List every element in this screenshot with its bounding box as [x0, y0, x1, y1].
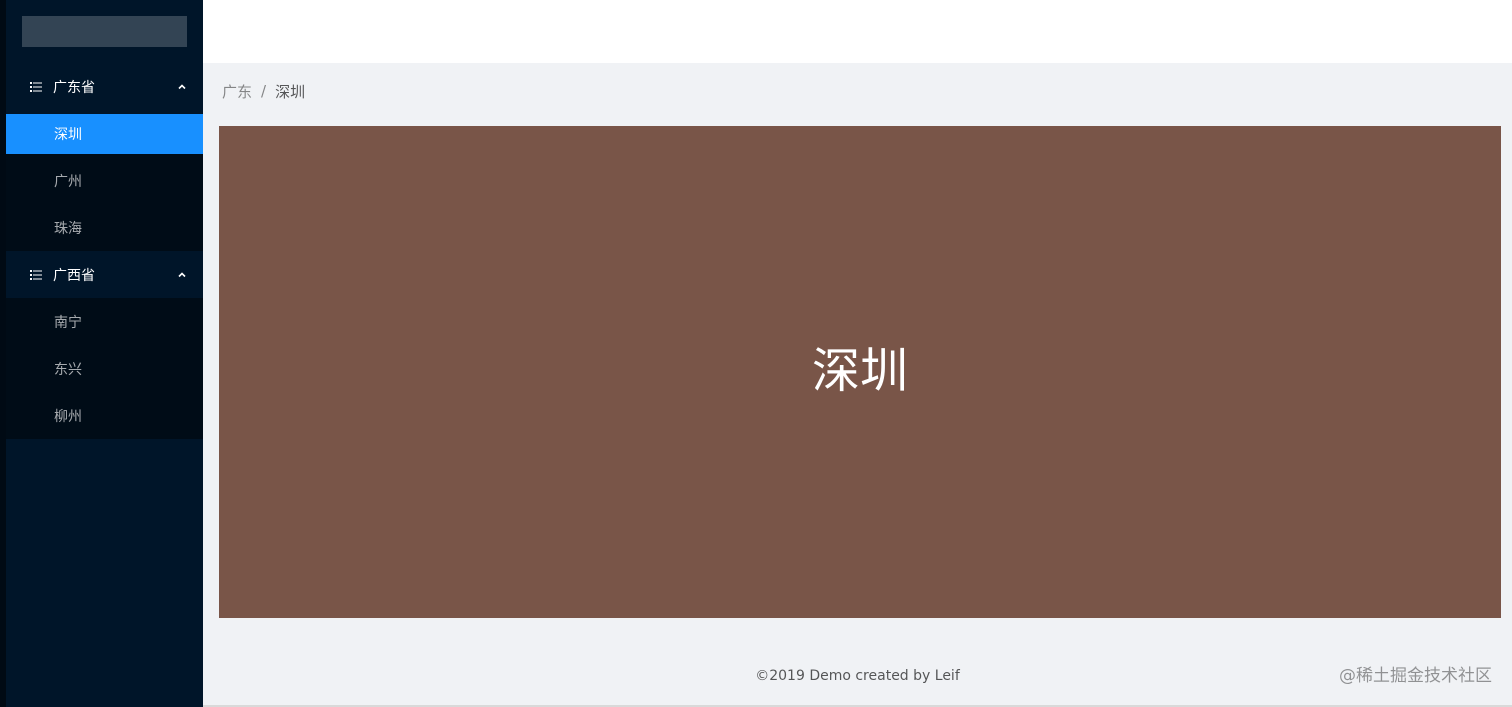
content-panel: 深圳 — [219, 126, 1501, 618]
breadcrumb-item-current: 深圳 — [275, 82, 306, 101]
sidebar-item-label: 东兴 — [54, 361, 82, 378]
sidebar-item-liuzhou[interactable]: 柳州 — [6, 392, 203, 439]
watermark: @稀土掘金技术社区 — [1339, 666, 1492, 686]
breadcrumb-separator: / — [261, 82, 267, 100]
chevron-up-icon — [178, 83, 186, 89]
submenu-items-guangxi: 南宁 东兴 柳州 — [6, 298, 203, 439]
sidebar-item-guangzhou[interactable]: 广州 — [6, 157, 203, 204]
top-header — [203, 0, 1512, 63]
sidebar-item-nanning[interactable]: 南宁 — [6, 298, 203, 345]
submenu-guangdong: 广东省 深圳 广州 珠海 — [6, 63, 203, 251]
chevron-up-icon — [178, 271, 186, 277]
list-icon — [30, 269, 42, 280]
sidebar-item-label: 柳州 — [54, 408, 82, 425]
sidebar-item-label: 南宁 — [54, 314, 82, 331]
submenu-guangxi: 广西省 南宁 东兴 柳州 — [6, 251, 203, 439]
sidebar-menu: 广东省 深圳 广州 珠海 广西省 南宁 东兴 柳州 — [6, 63, 203, 439]
sidebar-item-label: 广州 — [54, 173, 82, 190]
breadcrumb: 广东 / 深圳 — [222, 80, 305, 102]
logo-placeholder — [22, 16, 187, 47]
breadcrumb-item-province[interactable]: 广东 — [222, 81, 252, 102]
submenu-items-guangdong: 深圳 广州 珠海 — [6, 114, 203, 251]
sidebar-item-label: 珠海 — [54, 220, 82, 237]
footer: ©2019 Demo created by Leif — [203, 665, 1512, 687]
submenu-title-guangxi[interactable]: 广西省 — [6, 251, 203, 298]
sidebar-item-zhuhai[interactable]: 珠海 — [6, 204, 203, 251]
submenu-title-guangdong[interactable]: 广东省 — [6, 63, 203, 110]
submenu-label: 广西省 — [53, 267, 95, 284]
sidebar-item-label: 深圳 — [54, 127, 82, 143]
submenu-label: 广东省 — [53, 79, 95, 96]
sidebar-item-dongxing[interactable]: 东兴 — [6, 345, 203, 392]
sidebar-item-shenzhen[interactable]: 深圳 — [6, 114, 203, 154]
content-title: 深圳 — [811, 343, 908, 399]
list-icon — [30, 81, 42, 92]
footer-text: ©2019 Demo created by Leif — [755, 668, 960, 684]
sidebar: 广东省 深圳 广州 珠海 广西省 南宁 东兴 柳州 — [6, 0, 203, 707]
